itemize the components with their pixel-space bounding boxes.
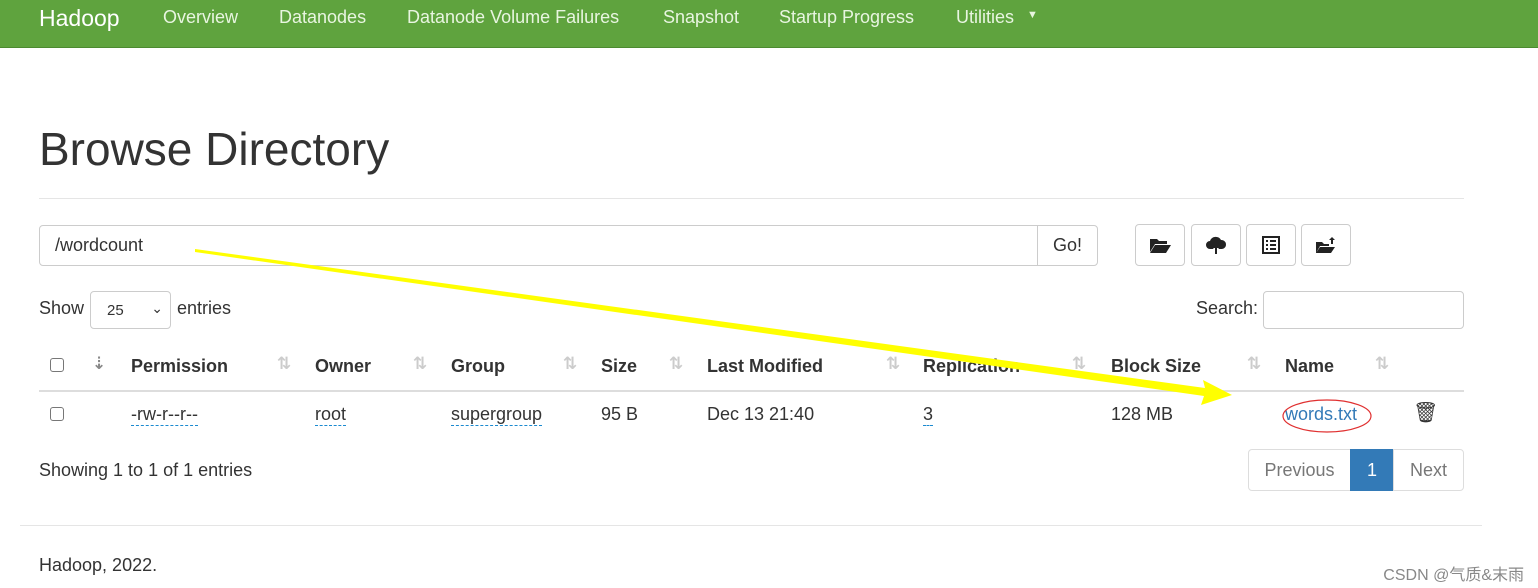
page-title: Browse Directory xyxy=(39,123,390,175)
header-name[interactable]: Name xyxy=(1285,356,1334,377)
permission-cell[interactable]: -rw-r--r-- xyxy=(131,404,198,426)
divider xyxy=(39,198,1464,199)
sort-icon[interactable]: ⇅ xyxy=(669,354,683,374)
header-replication[interactable]: Replication xyxy=(923,356,1020,377)
entries-label: entries xyxy=(177,298,232,318)
header-size[interactable]: Size xyxy=(601,356,637,377)
sort-icon[interactable]: ⇅ xyxy=(277,354,291,374)
nav-overview[interactable]: Overview xyxy=(163,7,238,28)
search-label: Search: xyxy=(1196,298,1259,318)
list-icon xyxy=(1262,236,1280,254)
nav-utilities[interactable]: Utilities xyxy=(956,7,1014,28)
previous-button[interactable]: Previous xyxy=(1248,449,1351,491)
owner-cell[interactable]: root xyxy=(315,404,347,426)
nav-datanodes[interactable]: Datanodes xyxy=(279,7,366,28)
footer-text: Hadoop, 2022. xyxy=(39,555,158,575)
upload-button[interactable] xyxy=(1191,224,1241,266)
trash-icon[interactable]: 🗑 xyxy=(1413,400,1438,425)
create-directory-button[interactable] xyxy=(1135,224,1185,266)
footer-divider xyxy=(20,525,1482,526)
annotation-arrow xyxy=(195,249,1232,405)
brand-link[interactable]: Hadoop xyxy=(39,5,120,32)
header-last-modified[interactable]: Last Modified xyxy=(707,356,823,377)
block-size-cell: 128 MB xyxy=(1111,404,1174,424)
header-divider xyxy=(39,390,1464,392)
caret-down-icon: ▼ xyxy=(1027,9,1038,21)
header-owner[interactable]: Owner xyxy=(315,356,371,377)
cut-paste-button[interactable] xyxy=(1246,224,1296,266)
cloud-upload-icon xyxy=(1206,236,1227,254)
file-name-link[interactable]: words.txt xyxy=(1285,404,1357,425)
nav-volume-failures[interactable]: Datanode Volume Failures xyxy=(407,7,619,28)
entries-select[interactable]: 25 ⌄ xyxy=(90,291,171,329)
replication-cell[interactable]: 3 xyxy=(923,404,934,426)
sort-icon[interactable]: ⇅ xyxy=(1247,354,1261,374)
sort-icon[interactable]: ⇅ xyxy=(413,354,427,374)
sort-icon[interactable]: ⇅ xyxy=(1072,354,1086,374)
table-info: Showing 1 to 1 of 1 entries xyxy=(39,460,253,480)
sort-icon[interactable]: ⇅ xyxy=(1375,354,1389,374)
folder-open-icon xyxy=(1150,239,1171,253)
page-1-button[interactable]: 1 xyxy=(1350,449,1394,491)
search-input[interactable] xyxy=(1263,291,1464,329)
navbar: Hadoop Overview Datanodes Datanode Volum… xyxy=(0,0,1538,48)
header-group[interactable]: Group xyxy=(451,356,505,377)
nav-startup-progress[interactable]: Startup Progress xyxy=(779,7,914,28)
show-label: Show xyxy=(39,298,85,318)
go-button[interactable]: Go! xyxy=(1037,225,1098,266)
sort-asc-icon[interactable]: ⇣ xyxy=(92,354,106,374)
chevron-down-icon: ⌄ xyxy=(151,300,163,316)
row-checkbox[interactable] xyxy=(50,407,64,421)
entries-value: 25 xyxy=(107,302,124,319)
header-block-size[interactable]: Block Size xyxy=(1111,356,1201,377)
watermark: CSDN @气质&末雨 xyxy=(1383,567,1524,584)
size-cell: 95 B xyxy=(601,404,639,424)
next-button[interactable]: Next xyxy=(1393,449,1464,491)
folder-upload-icon xyxy=(1316,237,1335,253)
path-input[interactable]: /wordcount xyxy=(39,225,1038,266)
nav-snapshot[interactable]: Snapshot xyxy=(663,7,739,28)
move-button[interactable] xyxy=(1301,224,1351,266)
sort-icon[interactable]: ⇅ xyxy=(563,354,577,374)
select-all-checkbox[interactable] xyxy=(50,358,64,372)
header-permission[interactable]: Permission xyxy=(131,356,228,377)
group-cell[interactable]: supergroup xyxy=(451,404,543,426)
modified-cell: Dec 13 21:40 xyxy=(707,404,815,424)
sort-icon[interactable]: ⇅ xyxy=(886,354,900,374)
